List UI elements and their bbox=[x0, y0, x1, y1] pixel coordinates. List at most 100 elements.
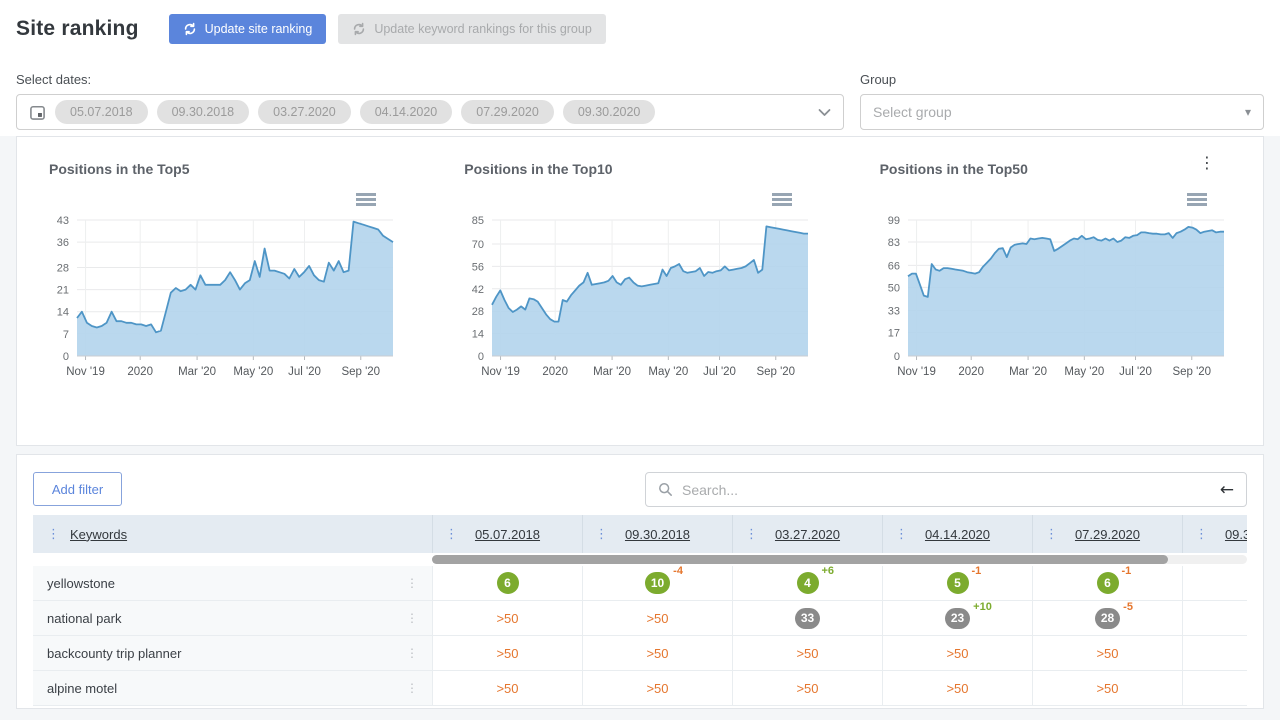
keywords-table-panel: Add filter ← ⋮ Keywords ⋮ 05.07.2018 ⋮ 09.30.… bbox=[16, 454, 1264, 709]
chart-title: Positions in the Top5 bbox=[31, 161, 432, 177]
row-menu-icon[interactable]: ⋮ bbox=[406, 646, 418, 660]
svg-text:Sep '20: Sep '20 bbox=[341, 366, 380, 378]
rank-cell: >50 bbox=[1032, 636, 1182, 670]
svg-text:50: 50 bbox=[887, 282, 899, 294]
page-title: Site ranking bbox=[16, 17, 139, 41]
svg-text:28: 28 bbox=[57, 262, 69, 274]
svg-text:14: 14 bbox=[472, 328, 484, 340]
calendar-icon bbox=[29, 104, 46, 121]
chevron-down-icon[interactable] bbox=[818, 108, 831, 117]
column-menu-icon[interactable]: ⋮ bbox=[1045, 528, 1058, 541]
chart-export-menu-icon[interactable] bbox=[772, 193, 792, 206]
search-icon bbox=[658, 482, 673, 497]
rank-badge: 23+10 bbox=[945, 608, 970, 629]
rank-cell: 6-1 bbox=[1032, 566, 1182, 600]
update-keyword-rankings-label: Update keyword rankings for this group bbox=[374, 22, 591, 36]
date-chip[interactable]: 09.30.2020 bbox=[563, 100, 656, 124]
enter-arrow-icon[interactable]: ← bbox=[1220, 480, 1234, 500]
column-header-date: ⋮ 04.14.2020 bbox=[882, 515, 1032, 553]
dates-select-input[interactable]: 05.07.2018 09.30.2018 03.27.2020 04.14.2020… bbox=[16, 94, 844, 130]
column-menu-icon[interactable]: ⋮ bbox=[1195, 528, 1208, 541]
svg-text:Jul '20: Jul '20 bbox=[703, 366, 736, 378]
date-chip[interactable]: 05.07.2018 bbox=[55, 100, 148, 124]
rank-cell: 33 bbox=[732, 601, 882, 635]
keyword-cell: alpine motel ⋮ bbox=[33, 671, 432, 705]
svg-text:66: 66 bbox=[887, 260, 899, 272]
add-filter-button[interactable]: Add filter bbox=[33, 472, 122, 506]
table-row: yellowstone⋮610-44+65-16-1 bbox=[33, 566, 1247, 601]
keyword-text: national park bbox=[47, 611, 121, 626]
rank-over-50: >50 bbox=[646, 646, 668, 661]
update-site-ranking-button[interactable]: Update site ranking bbox=[169, 14, 327, 44]
search-input[interactable] bbox=[682, 482, 1211, 498]
column-label[interactable]: 09.30.2018 bbox=[625, 527, 690, 542]
page-header: Site ranking Update site ranking Update … bbox=[0, 0, 1280, 136]
chart-plot: 071421283643Nov '192020Mar '20May '20Jul… bbox=[31, 210, 416, 388]
column-label[interactable]: 05.07.2018 bbox=[475, 527, 540, 542]
rank-cell: >50 bbox=[732, 671, 882, 705]
svg-text:70: 70 bbox=[472, 239, 484, 251]
chart-export-menu-icon[interactable] bbox=[1187, 193, 1207, 206]
column-menu-icon[interactable]: ⋮ bbox=[745, 528, 758, 541]
row-menu-icon[interactable]: ⋮ bbox=[406, 681, 418, 695]
rank-cell bbox=[1182, 566, 1247, 600]
svg-text:36: 36 bbox=[57, 237, 69, 249]
svg-text:May '20: May '20 bbox=[1064, 366, 1104, 378]
rank-over-50: >50 bbox=[496, 646, 518, 661]
dates-field: Select dates: 05.07.201809.30.201803.27.… bbox=[16, 72, 844, 130]
svg-text:99: 99 bbox=[887, 215, 899, 227]
rank-badge: 6 bbox=[497, 572, 519, 594]
svg-text:0: 0 bbox=[893, 351, 899, 363]
svg-text:85: 85 bbox=[472, 215, 484, 227]
keyword-cell: backcounty trip planner⋮ bbox=[33, 636, 432, 670]
svg-text:2020: 2020 bbox=[127, 366, 153, 378]
column-label[interactable]: 07.29.2020 bbox=[1075, 527, 1140, 542]
keyword-cell: national park ⋮ bbox=[33, 601, 432, 635]
chart-positions-in-the-top50: Positions in the Top500173350668399Nov '… bbox=[848, 161, 1263, 393]
date-chip[interactable]: 03.27.2020 bbox=[258, 100, 351, 124]
group-select[interactable]: Select group ▾ bbox=[860, 94, 1264, 130]
date-chip[interactable]: 04.14.2020 bbox=[360, 100, 453, 124]
rank-over-50: >50 bbox=[946, 646, 968, 661]
row-menu-icon[interactable]: ⋮ bbox=[406, 576, 418, 590]
svg-text:Jul '20: Jul '20 bbox=[288, 366, 321, 378]
svg-text:43: 43 bbox=[57, 215, 69, 227]
rank-cell: >50 bbox=[582, 601, 732, 635]
column-menu-icon[interactable]: ⋮ bbox=[47, 528, 60, 541]
column-menu-icon[interactable]: ⋮ bbox=[595, 528, 608, 541]
column-label[interactable]: 03.27.2020 bbox=[775, 527, 840, 542]
column-header-keywords: ⋮ Keywords bbox=[33, 515, 432, 553]
update-keyword-rankings-button: Update keyword rankings for this group bbox=[338, 14, 605, 44]
charts-panel: ⋮ Positions in the Top5071421283643Nov '… bbox=[16, 136, 1264, 446]
svg-text:7: 7 bbox=[63, 328, 69, 340]
svg-text:Sep '20: Sep '20 bbox=[757, 366, 796, 378]
svg-text:Mar '20: Mar '20 bbox=[1009, 366, 1047, 378]
rank-change: -1 bbox=[1122, 565, 1132, 577]
rank-value: 28 bbox=[1095, 608, 1120, 629]
rank-badge: 5-1 bbox=[947, 572, 969, 594]
chart-positions-in-the-top10: Positions in the Top100142842567085Nov '… bbox=[432, 161, 847, 393]
rank-change: +6 bbox=[822, 565, 835, 577]
column-header-date: ⋮ 03.27.2020 bbox=[732, 515, 882, 553]
column-label[interactable]: 04.14.2020 bbox=[925, 527, 990, 542]
chart-export-menu-icon[interactable] bbox=[356, 193, 376, 206]
date-chip[interactable]: 07.29.2020 bbox=[461, 100, 554, 124]
column-menu-icon[interactable]: ⋮ bbox=[895, 528, 908, 541]
date-chip[interactable]: 09.30.2018 bbox=[157, 100, 250, 124]
rank-over-50: >50 bbox=[946, 681, 968, 696]
svg-text:Nov '19: Nov '19 bbox=[897, 366, 936, 378]
svg-text:Nov '19: Nov '19 bbox=[481, 366, 520, 378]
keyword-text: alpine motel bbox=[47, 681, 117, 696]
rank-cell: >50 bbox=[882, 636, 1032, 670]
row-menu-icon[interactable]: ⋮ bbox=[406, 611, 418, 625]
refresh-icon bbox=[352, 22, 366, 36]
scrollbar-thumb[interactable] bbox=[432, 555, 1168, 564]
rank-change: -4 bbox=[673, 565, 683, 577]
column-label[interactable]: Keywords bbox=[70, 527, 127, 542]
column-label[interactable]: 09.30.2020 bbox=[1225, 527, 1247, 542]
update-site-ranking-label: Update site ranking bbox=[205, 22, 313, 36]
rank-change: -1 bbox=[972, 565, 982, 577]
charts-menu-icon[interactable]: ⋮ bbox=[1199, 155, 1215, 171]
column-menu-icon[interactable]: ⋮ bbox=[445, 528, 458, 541]
rank-badge: 4+6 bbox=[797, 572, 819, 594]
